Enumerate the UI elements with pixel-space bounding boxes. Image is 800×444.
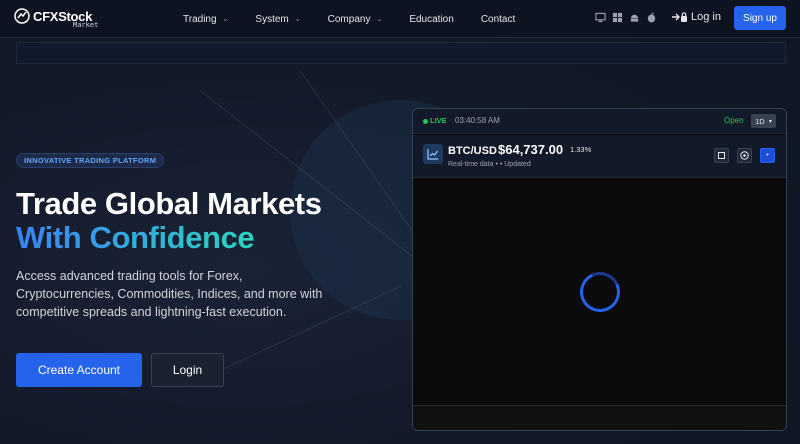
price-change: 1.33% [570,145,592,154]
square-icon [718,152,725,159]
current-price: $64,737.00 [498,142,564,157]
login-link[interactable]: Log in [671,11,721,23]
signup-button[interactable]: Sign up [734,6,786,30]
timeframe-select[interactable]: 1D ▾ [751,114,776,128]
data-status-text: Real-time data • • Updated [448,161,531,168]
apple-icon[interactable] [646,12,657,23]
android-icon[interactable] [629,12,640,23]
hero-description: Access advanced trading tools for Forex,… [16,269,323,319]
widget-header: BTC/USD $64,737.00 1.33% Real-time data … [413,135,786,178]
live-indicator-icon [423,119,428,124]
windows-icon[interactable] [612,12,623,23]
settings-button[interactable]: • [760,148,775,163]
target-button[interactable] [737,148,752,163]
timeframe-value: 1D [755,116,765,126]
platform-badge: INNOVATIVE TRADING PLATFORM [16,153,165,168]
nav-item-system[interactable]: System ⌄ [255,14,300,25]
login-link-label: Log in [691,11,721,23]
chevron-down-icon: ⌄ [376,16,383,23]
price-chart-widget: LIVE 03:40:58 AM Open 1D ▾ BTC/USD $64,7… [412,108,787,431]
nav-item-label: Company [327,13,371,25]
dot-icon: • [766,152,769,159]
chevron-down-icon: ⌄ [294,16,301,23]
market-status: Open [724,116,744,125]
top-navbar: CFXStock Market Trading ⌄ System ⌄ Compa… [0,0,800,38]
chevron-down-icon: ⌄ [222,16,229,23]
nav-item-company[interactable]: Company ⌄ [328,14,383,25]
chevron-down-icon: ▾ [768,118,772,125]
clock-time: 03:40:58 AM [455,116,500,125]
target-icon [740,151,749,160]
login-button[interactable]: Login [151,353,224,387]
nav-item-label: Trading [183,13,217,25]
nav-item-label: Education [409,13,454,25]
nav-item-education[interactable]: Education [409,14,453,25]
nav-item-contact[interactable]: Contact [481,14,515,25]
logo-mark-icon [14,8,30,24]
hero-headline-accent: With Confidence [16,220,255,255]
ticker-bar [16,42,786,64]
widget-footer [413,405,786,430]
main-nav: Trading ⌄ System ⌄ Company ⌄ Education C… [183,0,515,38]
line-chart-icon [423,144,443,164]
symbol-pair: BTC/USD [448,145,497,157]
stop-button[interactable] [714,148,729,163]
brand-subtitle: Market [73,21,99,29]
nav-item-label: System [255,13,289,25]
nav-item-trading[interactable]: Trading ⌄ [183,14,228,25]
hero-headline: Trade Global Markets [16,186,322,221]
nav-item-label: Contact [480,13,516,25]
desktop-icon[interactable] [595,12,606,23]
login-arrow-icon [672,12,687,22]
loading-spinner-icon [574,266,626,318]
platform-icons [595,12,657,23]
create-account-button[interactable]: Create Account [16,353,142,387]
widget-status-bar: LIVE 03:40:58 AM Open 1D ▾ [413,109,786,134]
live-label: LIVE [430,116,447,125]
